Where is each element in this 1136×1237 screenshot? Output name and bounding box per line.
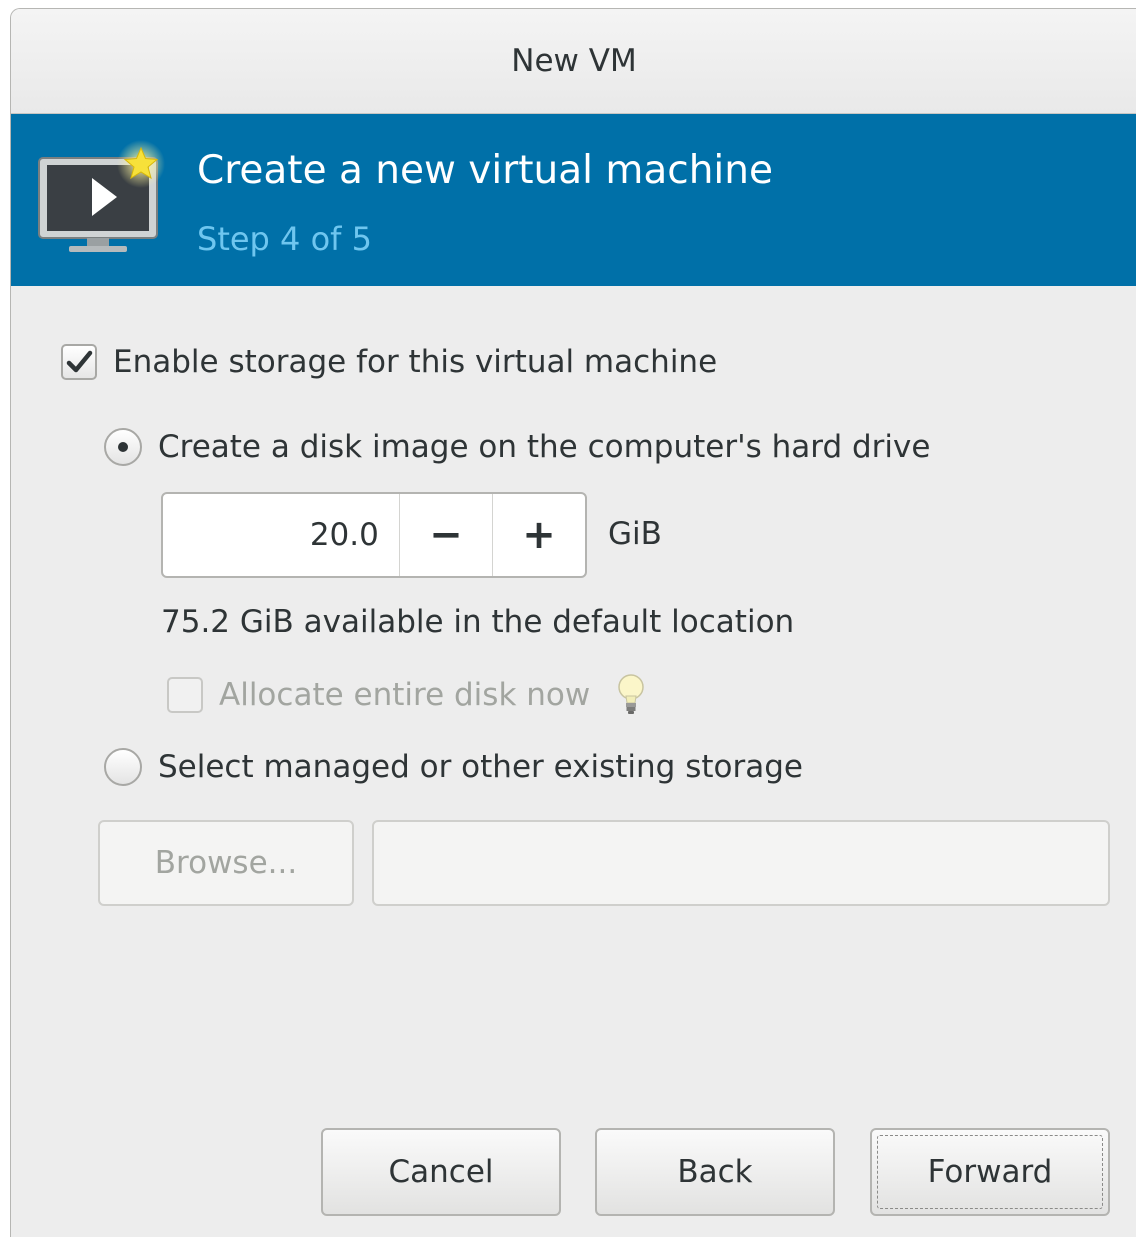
storage-page: Enable storage for this virtual machine …	[11, 286, 1136, 1237]
select-existing-row[interactable]: Select managed or other existing storage	[104, 748, 803, 786]
create-disk-label: Create a disk image on the computer's ha…	[158, 429, 931, 465]
focus-ring	[877, 1135, 1103, 1209]
window-titlebar: New VM	[11, 9, 1136, 114]
disk-size-spinbutton: 20.0 − +	[161, 492, 587, 578]
vm-monitor-star-icon	[38, 140, 165, 252]
wizard-title: Create a new virtual machine	[197, 148, 773, 193]
allocate-entire-disk-checkbox[interactable]	[167, 677, 203, 713]
increment-button[interactable]: +	[491, 494, 585, 576]
checkmark-icon	[66, 350, 93, 373]
cancel-button-label: Cancel	[388, 1154, 494, 1190]
allocate-entire-disk-label: Allocate entire disk now	[219, 677, 591, 713]
disk-size-input[interactable]: 20.0	[163, 494, 399, 576]
select-existing-label: Select managed or other existing storage	[158, 749, 803, 785]
window-title: New VM	[511, 43, 637, 79]
available-space-text: 75.2 GiB available in the default locati…	[161, 604, 795, 640]
forward-button[interactable]: Forward	[870, 1128, 1110, 1216]
back-button[interactable]: Back	[595, 1128, 835, 1216]
create-disk-row[interactable]: Create a disk image on the computer's ha…	[104, 428, 930, 466]
enable-storage-label: Enable storage for this virtual machine	[113, 344, 718, 380]
lightbulb-hint-icon	[618, 674, 644, 714]
radio-selected-dot	[118, 442, 128, 452]
enable-storage-checkbox[interactable]	[61, 344, 97, 380]
new-vm-dialog: New VM Create a new virtual machine Step…	[10, 8, 1136, 1237]
disk-size-unit: GiB	[608, 516, 662, 552]
plus-icon: +	[522, 512, 556, 558]
enable-storage-row[interactable]: Enable storage for this virtual machine	[61, 344, 717, 380]
allocate-row[interactable]: Allocate entire disk now	[167, 672, 646, 718]
wizard-header-banner: Create a new virtual machine Step 4 of 5	[11, 114, 1136, 286]
storage-path-input[interactable]	[372, 820, 1110, 906]
decrement-button[interactable]: −	[398, 494, 492, 576]
browse-button[interactable]: Browse...	[98, 820, 354, 906]
cancel-button[interactable]: Cancel	[321, 1128, 561, 1216]
select-existing-radio[interactable]	[104, 748, 142, 786]
wizard-step: Step 4 of 5	[197, 220, 372, 258]
create-disk-radio[interactable]	[104, 428, 142, 466]
back-button-label: Back	[677, 1154, 753, 1190]
minus-icon: −	[429, 512, 463, 558]
